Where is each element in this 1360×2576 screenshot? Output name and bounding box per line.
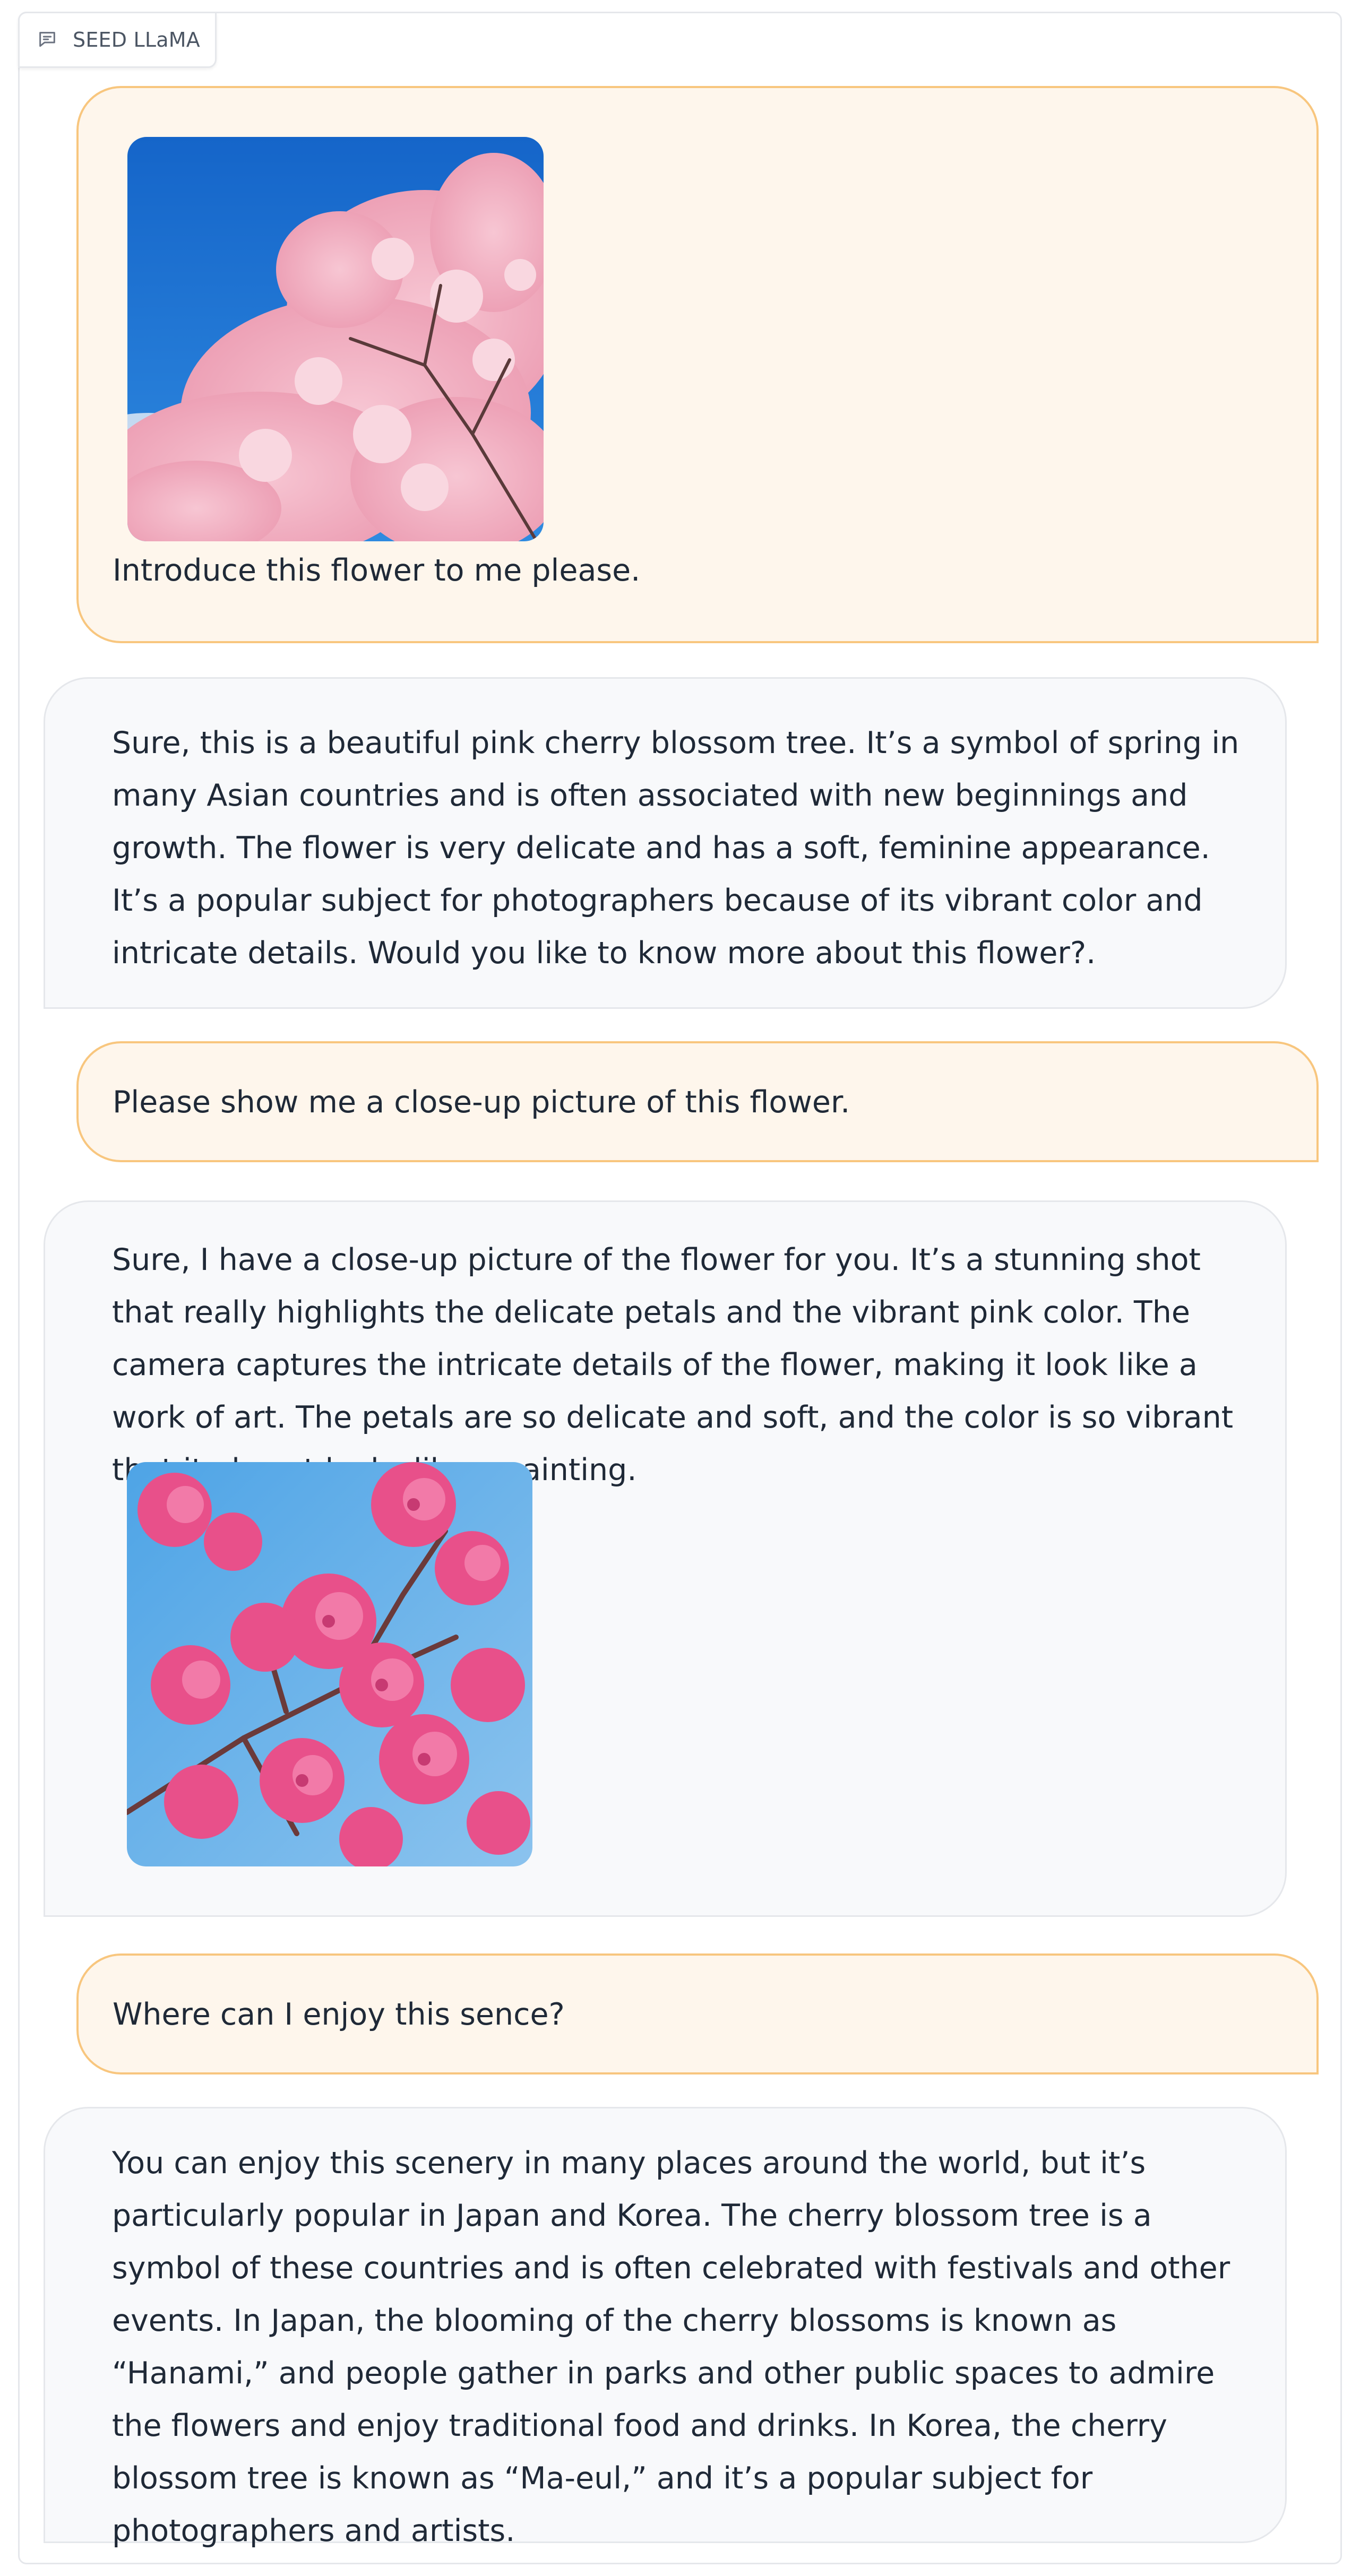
bot-message: Sure, this is a beautiful pink cherry bl… [44,677,1287,1009]
bot-message-text: You can enjoy this scenery in many place… [112,2146,1230,2548]
user-message: Where can I enjoy this sence? [76,1953,1319,2074]
bot-message: You can enjoy this scenery in many place… [44,2107,1287,2548]
user-message: Introduce this flower to me please. [76,86,1319,643]
bot-message-text: Sure, I have a close-up picture of the f… [112,1242,1234,1488]
user-message-text: Please show me a close-up picture of thi… [113,1085,850,1120]
chatbot-label-text: SEED LLaMA [73,28,200,51]
user-message-text: Introduce this flower to me please. [113,553,641,588]
cherry-blossom-tree-image[interactable] [127,137,544,541]
chat-bubble-icon [37,29,58,50]
bot-message: Sure, I have a close-up picture of the f… [44,1200,1287,1917]
bot-message-text: Sure, this is a beautiful pink cherry bl… [112,725,1240,971]
chatbot-label: SEED LLaMA [18,12,217,68]
user-message: Please show me a close-up picture of thi… [76,1041,1319,1162]
user-message-text: Where can I enjoy this sence? [113,1997,565,2032]
cherry-blossom-closeup-image[interactable] [127,1462,532,1866]
